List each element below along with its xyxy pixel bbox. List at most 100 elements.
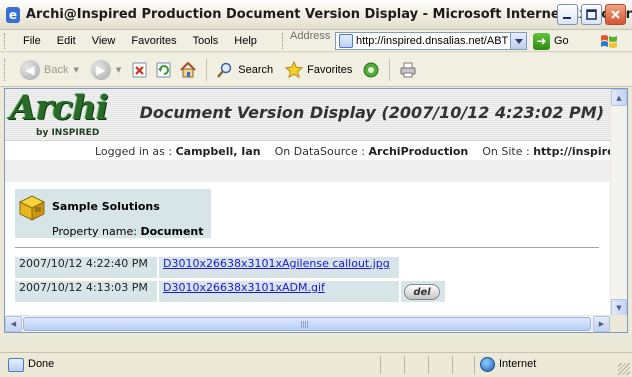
- property-name-value: Document: [140, 225, 204, 238]
- version-date: 2007/10/12 4:13:03 PM: [15, 281, 157, 302]
- scroll-up-button[interactable]: ▲: [611, 89, 627, 106]
- toolbar-grip[interactable]: [4, 58, 7, 81]
- forward-arrow-icon: ▶: [90, 59, 111, 80]
- go-label: Go: [554, 35, 569, 47]
- status-bar: Done Internet: [0, 352, 632, 377]
- ie-icon: e: [6, 6, 20, 23]
- security-zone: Internet: [499, 358, 537, 370]
- menu-grip[interactable]: [4, 32, 7, 49]
- printer-icon: [400, 62, 416, 77]
- delete-version-button[interactable]: del: [404, 284, 440, 300]
- property-name-label: Property name:: [52, 225, 137, 238]
- resize-grip[interactable]: [618, 363, 630, 375]
- menu-edit[interactable]: Edit: [49, 30, 84, 52]
- menu-file[interactable]: File: [15, 30, 49, 52]
- menu-tools[interactable]: Tools: [185, 30, 227, 52]
- address-url[interactable]: http://inspired.dnsalias.net/ABT: [356, 35, 513, 47]
- home-icon: [180, 61, 196, 77]
- home-button[interactable]: [176, 57, 200, 83]
- window-controls: [557, 4, 626, 25]
- favorites-button[interactable]: Favorites: [282, 57, 355, 83]
- page-viewport: Archi by INSPIRED Document Version Displ…: [4, 88, 628, 333]
- toolbar-separator: [206, 58, 208, 81]
- maximize-icon: [586, 9, 597, 20]
- solution-box-icon: [18, 195, 46, 221]
- datasource-label: On DataSource :: [274, 145, 366, 158]
- address-label: Address: [290, 30, 331, 42]
- stop-button[interactable]: [128, 57, 152, 83]
- menu-view[interactable]: View: [84, 30, 124, 52]
- back-button[interactable]: ◀ Back ▼: [17, 57, 82, 83]
- status-separator: [428, 356, 429, 374]
- logo-byline: by INSPIRED: [36, 128, 100, 138]
- vertical-scrollbar[interactable]: ▲ ▼: [610, 89, 627, 316]
- page-done-icon: [8, 358, 24, 372]
- menu-help[interactable]: Help: [226, 30, 265, 52]
- media-icon: [363, 62, 379, 77]
- header-spacer-bar: [5, 160, 610, 182]
- forward-dropdown-icon[interactable]: ▼: [116, 66, 121, 74]
- maximize-button[interactable]: [581, 4, 602, 25]
- menu-bar: File Edit View Favorites Tools Help Addr…: [0, 30, 632, 52]
- close-icon: [611, 10, 620, 19]
- internet-globe-icon: [480, 357, 495, 372]
- minimize-button[interactable]: [557, 4, 578, 25]
- stop-icon: [132, 62, 147, 77]
- forward-button[interactable]: ▶ ▼: [88, 57, 124, 83]
- search-icon: [217, 62, 232, 78]
- property-panel: Sample Solutions Property name: Document: [15, 189, 211, 238]
- chevron-down-icon: [514, 38, 523, 44]
- refresh-button[interactable]: [152, 57, 176, 83]
- archi-logo: Archi by INSPIRED: [8, 89, 109, 140]
- media-button[interactable]: [359, 57, 383, 83]
- status-separator: [474, 356, 475, 374]
- section-divider: [15, 247, 599, 249]
- page-content: Archi by INSPIRED Document Version Displ…: [5, 89, 627, 316]
- window-title: Archi@Inspired Production Document Versi…: [25, 7, 632, 22]
- version-file-link[interactable]: D3010x26638x3101xAgilense callout.jpg: [163, 257, 390, 270]
- status-separator: [380, 356, 381, 374]
- page-title: Document Version Display (2007/10/12 4:2…: [139, 103, 604, 122]
- datasource-value: ArchiProduction: [368, 145, 469, 158]
- address-grip[interactable]: [282, 33, 285, 49]
- go-arrow-icon: ➜: [533, 32, 550, 50]
- property-name-line: Property name: Document: [52, 225, 204, 238]
- print-button[interactable]: [396, 57, 420, 83]
- toolbar-separator: [389, 58, 391, 81]
- refresh-icon: [156, 62, 171, 77]
- close-button[interactable]: [605, 4, 626, 25]
- property-title: Sample Solutions: [52, 200, 160, 213]
- version-file-cell: D3010x26638x3101xAgilense callout.jpg: [159, 257, 399, 278]
- back-dropdown-icon[interactable]: ▼: [73, 66, 78, 74]
- logged-in-label: Logged in as :: [95, 145, 173, 158]
- go-button[interactable]: ➜ Go: [533, 32, 569, 50]
- horizontal-scrollbar[interactable]: ◀ ▶: [5, 315, 627, 332]
- delete-cell: del: [401, 281, 445, 302]
- address-dropdown-button[interactable]: [510, 33, 526, 49]
- status-separator: [404, 356, 405, 374]
- version-date: 2007/10/12 4:22:40 PM: [15, 257, 157, 278]
- scroll-corner: [610, 315, 627, 332]
- standard-toolbar: ◀ Back ▼ ▶ ▼ Search Favorites: [0, 53, 632, 87]
- star-icon: [285, 60, 304, 78]
- menu-favorites[interactable]: Favorites: [123, 30, 184, 52]
- address-field[interactable]: http://inspired.dnsalias.net/ABT: [335, 32, 527, 50]
- site-label: On Site :: [482, 145, 530, 158]
- horizontal-scroll-thumb[interactable]: [23, 317, 591, 331]
- search-label: Search: [238, 63, 274, 76]
- scroll-left-button[interactable]: ◀: [5, 316, 22, 332]
- windows-logo-icon: [601, 35, 617, 48]
- status-separator: [452, 356, 453, 374]
- version-file-cell: D3010x26638x3101xADM.gif: [159, 281, 399, 302]
- back-label: Back: [44, 63, 69, 76]
- title-bar: e Archi@Inspired Production Document Ver…: [0, 0, 632, 30]
- scroll-right-button[interactable]: ▶: [593, 316, 610, 332]
- favorites-label: Favorites: [307, 63, 353, 76]
- status-text: Done: [28, 358, 55, 370]
- scroll-down-button[interactable]: ▼: [611, 299, 627, 316]
- version-file-link[interactable]: D3010x26638x3101xADM.gif: [163, 281, 325, 294]
- page-header-banner: Archi by INSPIRED Document Version Displ…: [5, 89, 610, 141]
- search-button[interactable]: Search: [213, 57, 276, 83]
- logged-in-user: Campbell, Ian: [175, 145, 261, 158]
- back-arrow-icon: ◀: [20, 59, 40, 80]
